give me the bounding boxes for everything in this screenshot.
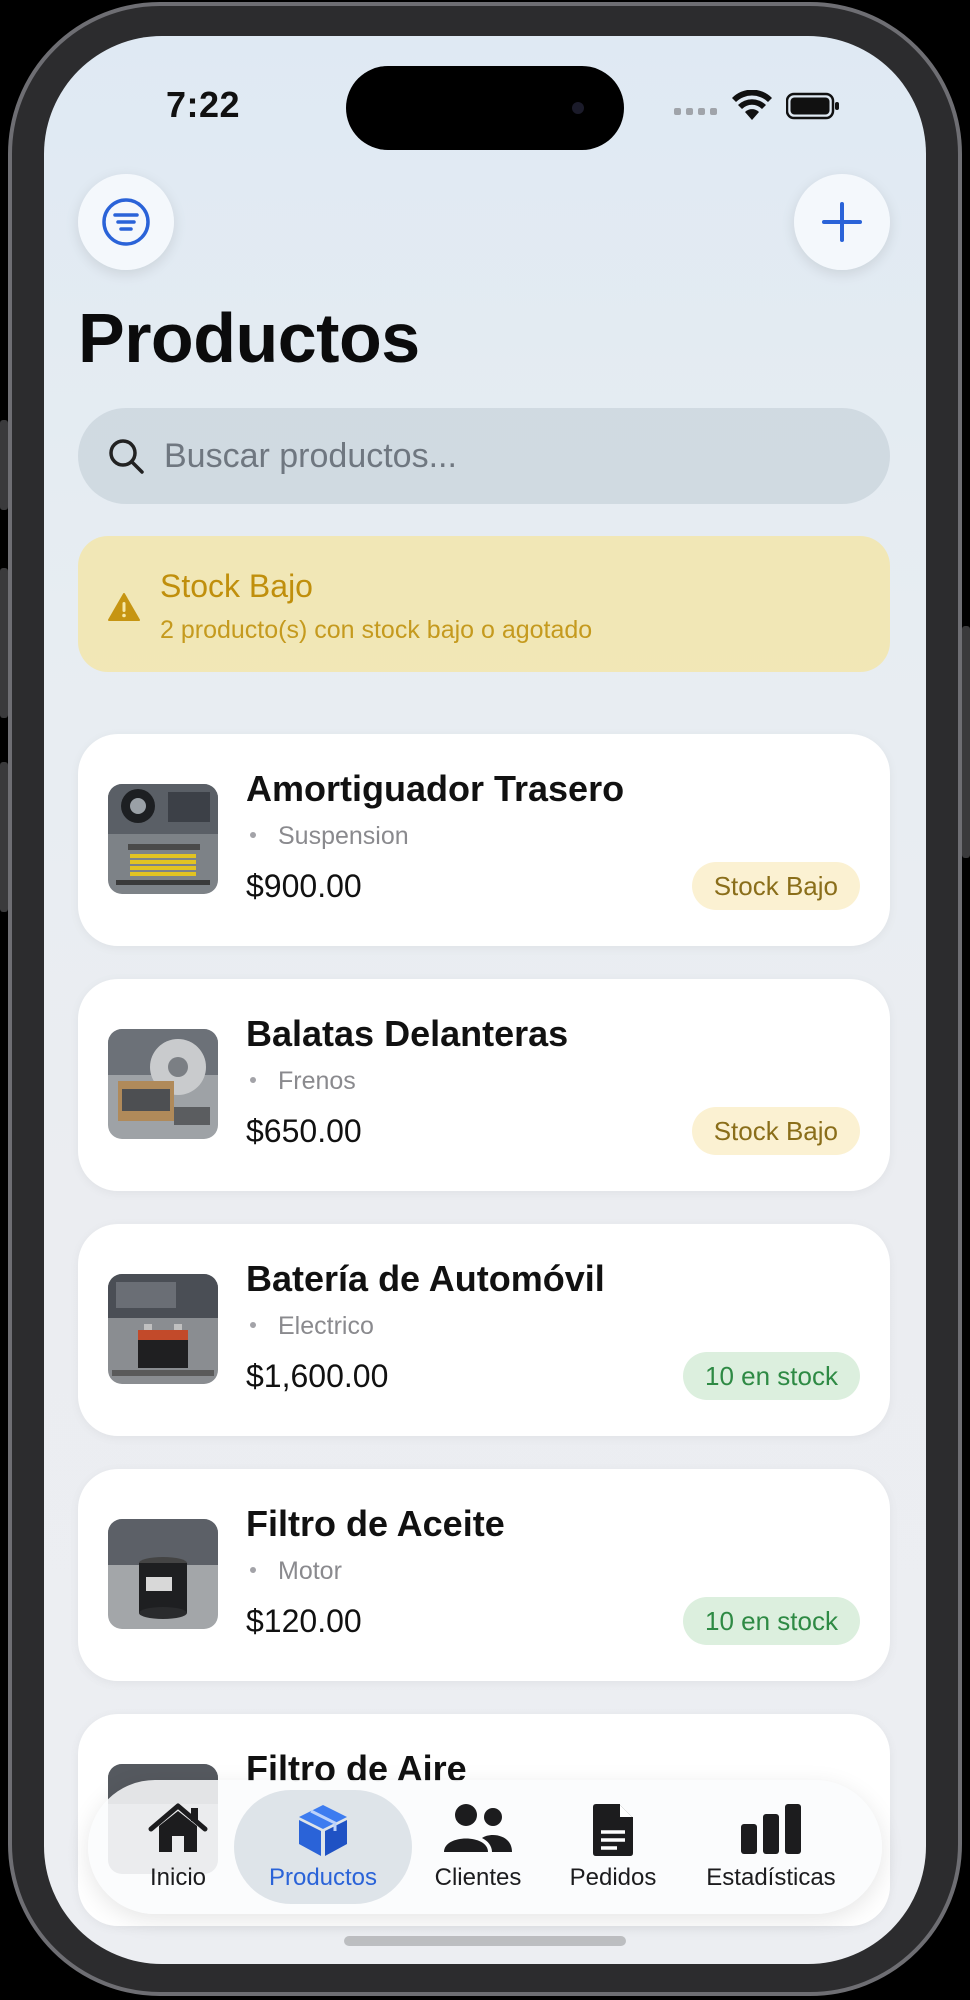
low-stock-alert[interactable]: Stock Bajo 2 producto(s) con stock bajo … xyxy=(78,536,890,672)
product-card[interactable]: Batería de Automóvil Electrico $1,600.00… xyxy=(78,1224,890,1436)
filter-button[interactable] xyxy=(78,174,174,270)
status-time: 7:22 xyxy=(166,84,241,125)
action-button xyxy=(0,420,8,510)
bar-chart-icon xyxy=(741,1804,801,1854)
product-name: Filtro de Aceite xyxy=(246,1503,505,1544)
status-bar: 7:22 xyxy=(44,36,926,176)
product-category: Frenos xyxy=(246,1067,356,1096)
product-image xyxy=(108,1029,218,1139)
page-title: Productos xyxy=(78,299,420,377)
product-category: Motor xyxy=(246,1557,342,1586)
product-name: Amortiguador Trasero xyxy=(246,768,625,809)
tab-inicio[interactable]: Inicio xyxy=(110,1780,246,1914)
search-bar[interactable] xyxy=(78,408,890,504)
stock-badge: 10 en stock xyxy=(683,1597,860,1645)
tab-label: Inicio xyxy=(149,1864,207,1891)
product-image xyxy=(108,1519,218,1629)
cellular-signal-icon xyxy=(674,108,717,115)
product-price: $900.00 xyxy=(246,868,362,904)
stock-badge: 10 en stock xyxy=(683,1352,860,1400)
phone-frame: 7:22 Productos Buscar productos... Stock… xyxy=(0,0,970,2000)
add-product-button[interactable] xyxy=(794,174,890,270)
house-icon xyxy=(148,1803,208,1852)
product-category: Electrico xyxy=(246,1312,374,1341)
tab-label: Estadísticas xyxy=(706,1864,836,1891)
tab-label: Productos xyxy=(268,1864,378,1891)
product-name: Balatas Delanteras xyxy=(246,1013,569,1054)
product-price: $650.00 xyxy=(246,1113,362,1149)
product-name: Batería de Automóvil xyxy=(246,1258,605,1299)
warning-icon xyxy=(108,593,140,621)
product-card[interactable]: Amortiguador Trasero Suspension $900.00 … xyxy=(78,734,890,946)
tab-bar: Inicio Productos Clientes Pedidos Estadí… xyxy=(88,1780,882,1914)
document-icon xyxy=(593,1804,633,1856)
product-image xyxy=(108,784,218,894)
product-price: $1,600.00 xyxy=(246,1358,389,1394)
tab-productos[interactable]: Productos xyxy=(234,1780,412,1914)
people-icon xyxy=(444,1804,512,1852)
home-indicator xyxy=(344,1936,626,1946)
alert-message: 2 producto(s) con stock bajo o agotado xyxy=(160,616,593,644)
app-screen: 7:22 Productos Buscar productos... Stock… xyxy=(44,36,926,1964)
volume-down-button xyxy=(0,762,8,912)
product-price: $120.00 xyxy=(246,1603,362,1639)
stock-badge: Stock Bajo xyxy=(691,1107,860,1155)
stock-badge: Stock Bajo xyxy=(691,862,860,910)
plus-icon xyxy=(822,202,862,242)
tab-clientes[interactable]: Clientes xyxy=(408,1780,548,1914)
dynamic-island xyxy=(346,66,624,150)
tab-label: Pedidos xyxy=(569,1864,657,1891)
tab-estadisticas[interactable]: Estadísticas xyxy=(676,1780,866,1914)
tab-pedidos[interactable]: Pedidos xyxy=(550,1780,676,1914)
box-icon xyxy=(299,1805,347,1856)
battery-icon xyxy=(786,92,839,120)
filter-icon xyxy=(102,198,150,246)
product-category: Suspension xyxy=(246,822,409,851)
product-card[interactable]: Balatas Delanteras Frenos $650.00 Stock … xyxy=(78,979,890,1191)
wifi-icon xyxy=(732,90,772,120)
power-button xyxy=(962,626,970,858)
alert-title: Stock Bajo xyxy=(160,568,313,604)
search-input[interactable] xyxy=(162,435,846,477)
volume-up-button xyxy=(0,568,8,718)
product-card[interactable]: Filtro de Aceite Motor $120.00 10 en sto… xyxy=(78,1469,890,1681)
product-image xyxy=(108,1274,218,1384)
search-icon xyxy=(109,439,144,474)
tab-label: Clientes xyxy=(434,1864,522,1891)
